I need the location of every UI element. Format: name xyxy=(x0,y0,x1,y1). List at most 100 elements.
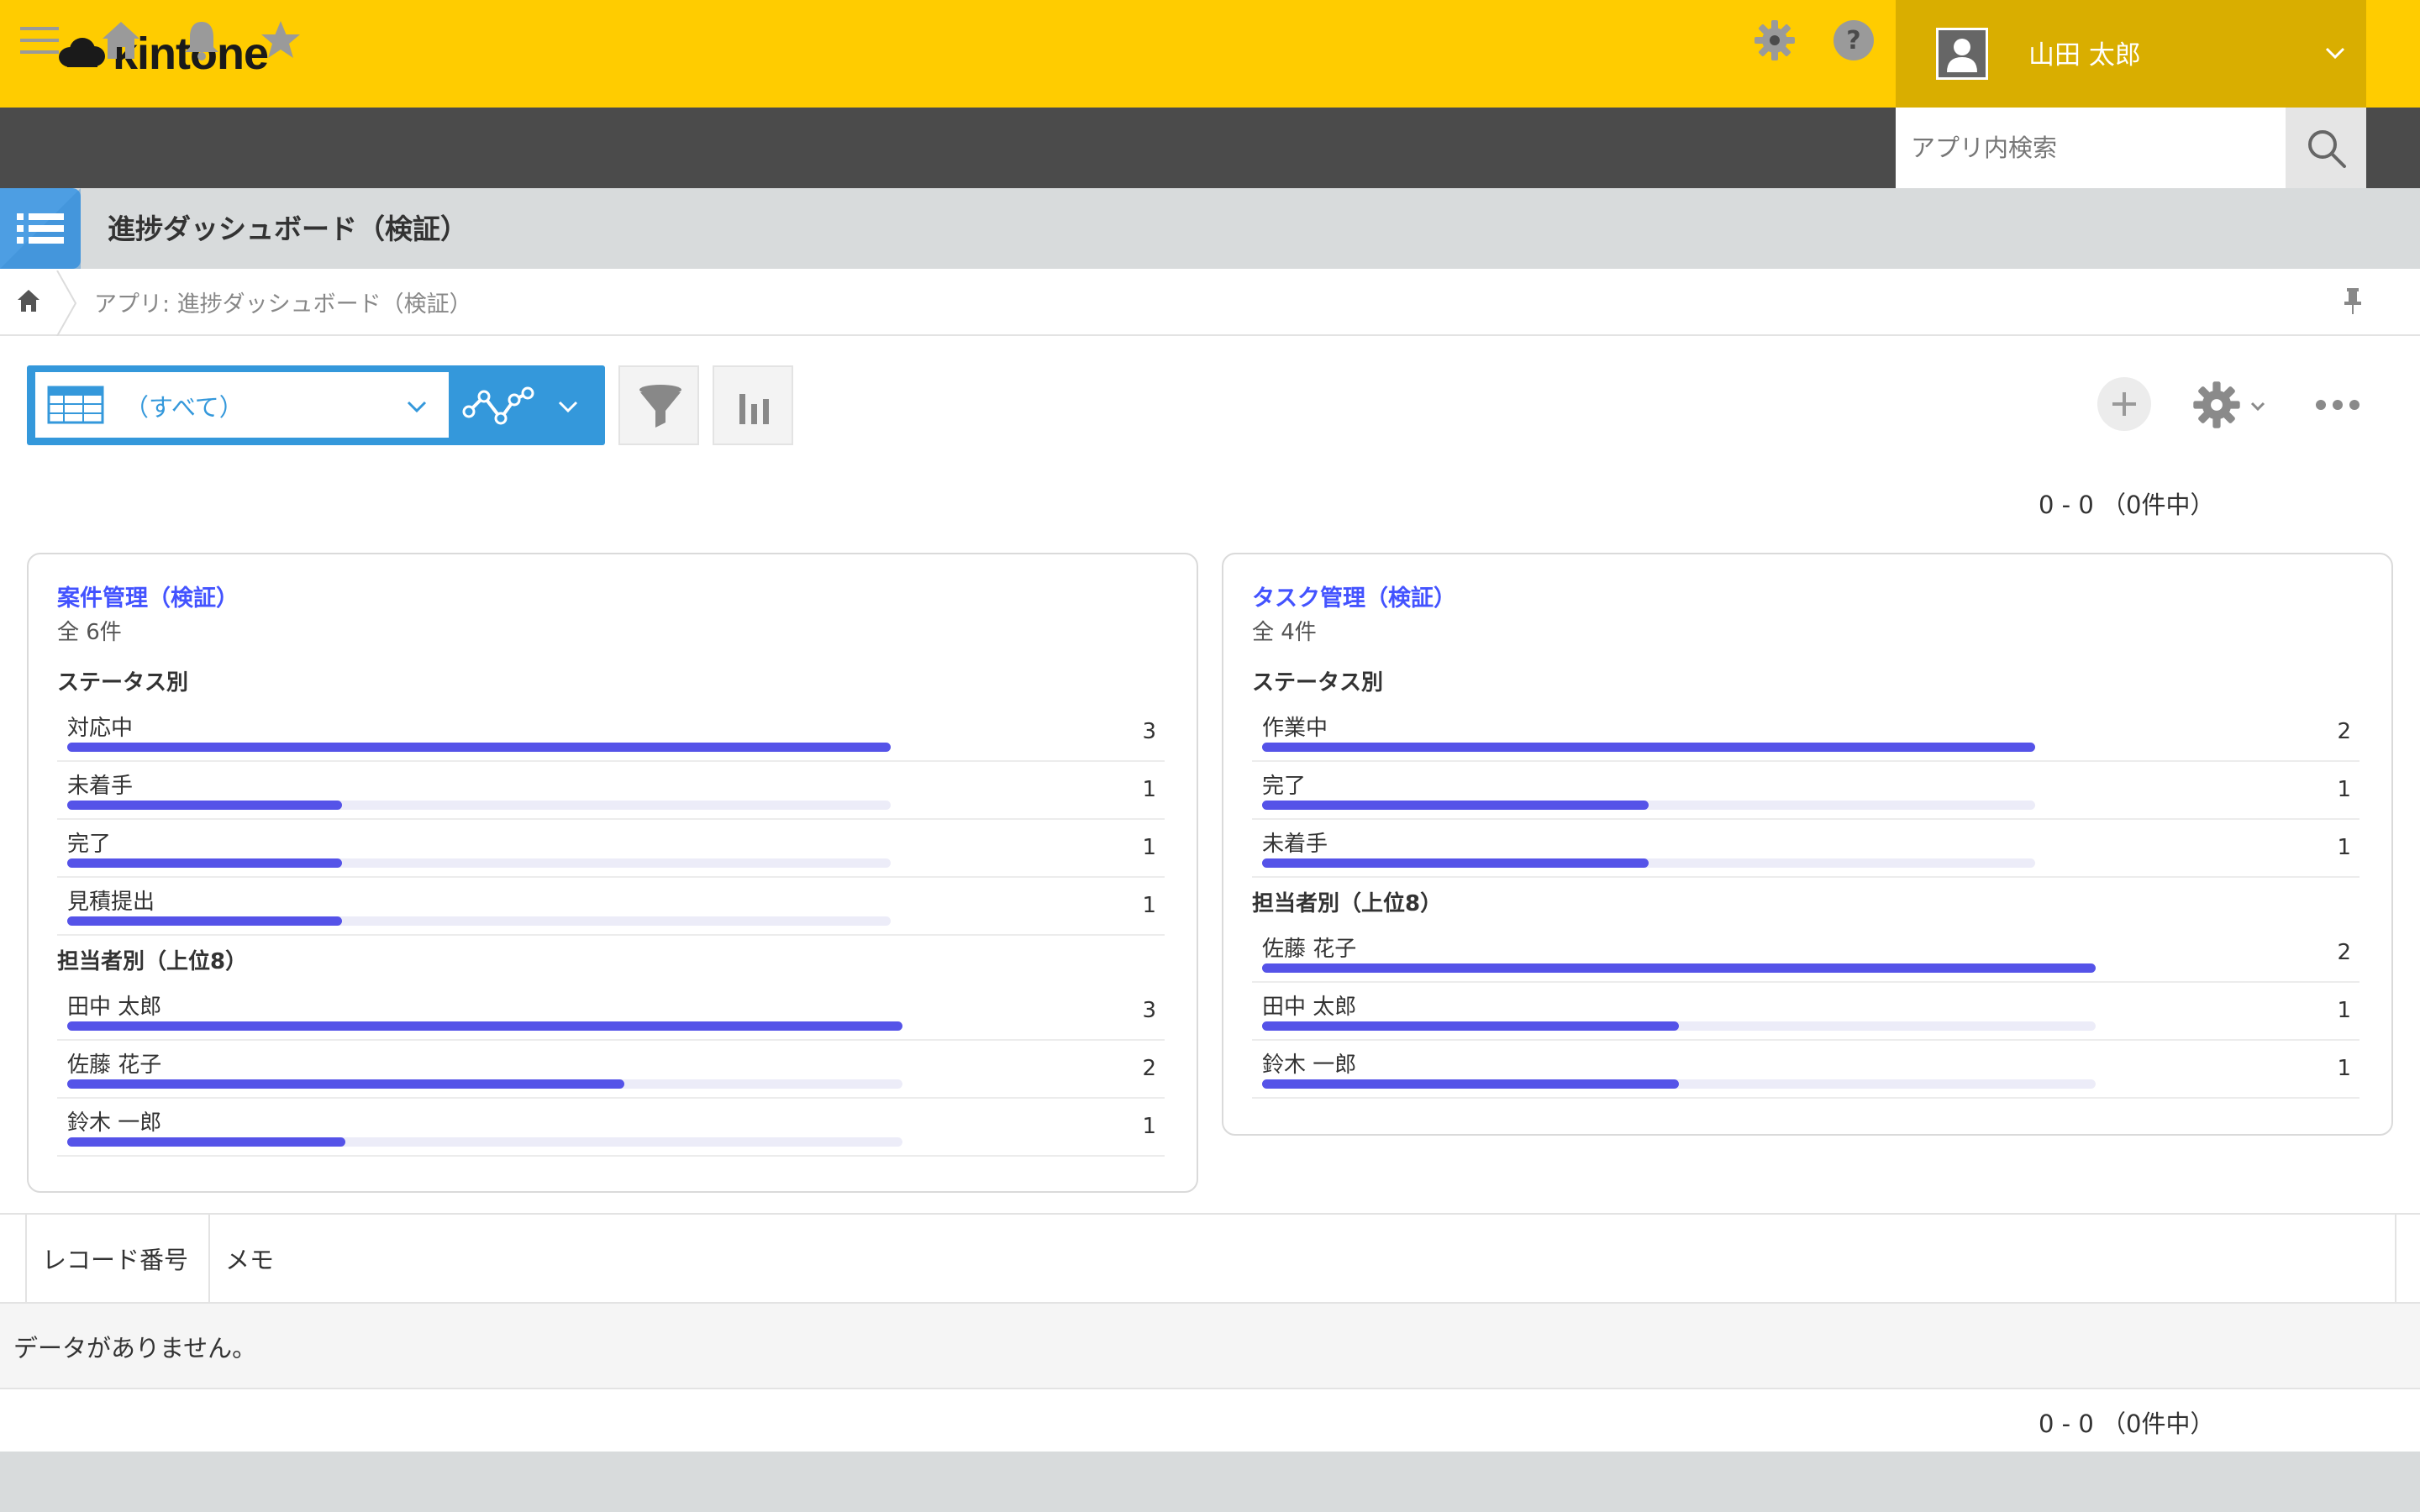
filter-button[interactable] xyxy=(618,365,699,445)
filter-funnel-icon xyxy=(639,385,681,428)
stat-count: 1 xyxy=(2337,835,2351,860)
stat-bar-fill xyxy=(1262,1021,1679,1031)
stat-bar-track xyxy=(1262,743,2035,752)
pin-icon[interactable] xyxy=(2338,286,2368,316)
stat-bar-fill xyxy=(1262,1079,1679,1089)
favorites-star-icon[interactable] xyxy=(259,18,302,62)
stat-label: 対応中 xyxy=(67,716,134,741)
page: kintone 山田 太郎 ? アプリ内検索 進捗ダッシュボード（検証） アプリ… xyxy=(0,0,2420,1512)
add-record-button[interactable] xyxy=(2097,377,2151,431)
view-label: （すべて） xyxy=(124,393,244,422)
stat-bar-track xyxy=(1262,801,2035,810)
stat-row[interactable]: 鈴木 一郎 1 xyxy=(1252,1041,2360,1099)
stat-row[interactable]: 田中 太郎 1 xyxy=(1252,983,2360,1041)
stat-bar-track xyxy=(67,916,891,926)
stat-bar-track xyxy=(67,1079,902,1089)
stat-row[interactable]: 佐藤 花子 2 xyxy=(57,1041,1165,1099)
app-settings-gear-icon[interactable] xyxy=(2191,380,2242,430)
page-title: 進捗ダッシュボード（検証） xyxy=(108,213,468,245)
column-divider xyxy=(2395,1213,2396,1304)
stat-count: 1 xyxy=(1142,777,1156,802)
app-search xyxy=(1896,108,2286,188)
card-total: 全 4件 xyxy=(1252,620,1317,645)
stat-bar-track xyxy=(1262,1079,2096,1089)
user-avatar-icon xyxy=(1936,28,1988,80)
stat-bar-fill xyxy=(67,858,342,868)
column-header-record-number[interactable]: レコード番号 xyxy=(25,1213,208,1304)
user-menu[interactable]: 山田 太郎 xyxy=(1896,0,2366,108)
breadcrumb-separator xyxy=(56,270,77,336)
stat-count: 2 xyxy=(2337,940,2351,965)
stat-row[interactable]: 見積提出 1 xyxy=(57,878,1165,936)
stat-bar-track xyxy=(1262,858,2035,868)
card-title-link[interactable]: 案件管理（検証） xyxy=(57,580,239,612)
home-icon[interactable] xyxy=(99,18,143,62)
stat-label: 作業中 xyxy=(1262,716,1328,741)
chevron-down-icon xyxy=(2325,47,2345,60)
stat-row[interactable]: 完了 1 xyxy=(57,820,1165,878)
stat-bar-fill xyxy=(67,1021,902,1031)
more-options-icon[interactable] xyxy=(2314,393,2361,417)
stat-label: 田中 太郎 xyxy=(67,995,162,1020)
stat-bar-track xyxy=(67,1137,902,1147)
settings-gear-icon[interactable] xyxy=(1753,18,1797,62)
chevron-down-icon xyxy=(407,401,427,413)
stat-label: 鈴木 一郎 xyxy=(67,1110,162,1136)
stat-row[interactable]: 対応中 3 xyxy=(57,704,1165,762)
stat-count: 3 xyxy=(1142,719,1156,744)
stat-label: 佐藤 花子 xyxy=(1262,937,1357,962)
stat-count: 1 xyxy=(1142,835,1156,860)
stat-row[interactable]: 田中 太郎 3 xyxy=(57,983,1165,1041)
kintone-logo[interactable]: kintone xyxy=(57,29,269,79)
empty-row xyxy=(0,1304,2420,1389)
breadcrumb-app-link[interactable]: アプリ: 進捗ダッシュボード（検証） xyxy=(94,286,472,318)
stat-bar-track xyxy=(1262,1021,2096,1031)
stat-label: 佐藤 花子 xyxy=(67,1053,162,1078)
stat-label: 見積提出 xyxy=(67,890,155,915)
stat-bar-fill xyxy=(1262,963,2096,973)
breadcrumb-home-icon[interactable] xyxy=(15,287,42,314)
stat-label: 未着手 xyxy=(67,774,134,799)
stat-bar-track xyxy=(1262,963,2096,973)
footer-area xyxy=(0,1452,2420,1512)
stat-label: 完了 xyxy=(1262,774,1307,799)
notification-bell-icon[interactable] xyxy=(180,18,224,62)
stat-count: 2 xyxy=(1142,1056,1156,1081)
pagination-top: 0 - 0 （0件中） xyxy=(2039,491,2215,519)
stat-label: 鈴木 一郎 xyxy=(1262,1053,1357,1078)
search-button[interactable] xyxy=(2286,108,2366,188)
table-view-icon xyxy=(47,386,104,424)
card-total: 全 6件 xyxy=(57,620,122,645)
help-icon[interactable]: ? xyxy=(1832,18,1876,62)
stat-bar-fill xyxy=(1262,858,1649,868)
stat-row[interactable]: 完了 1 xyxy=(1252,762,2360,820)
stat-row[interactable]: 未着手 1 xyxy=(57,762,1165,820)
stat-label: 未着手 xyxy=(1262,832,1328,857)
section-title: 担当者別（上位8） xyxy=(1252,891,1443,916)
stat-bar-fill xyxy=(1262,801,1649,810)
app-list-icon[interactable] xyxy=(0,188,81,269)
hamburger-menu-icon[interactable] xyxy=(18,18,62,62)
stat-row[interactable]: 鈴木 一郎 1 xyxy=(57,1099,1165,1157)
graph-line-icon[interactable] xyxy=(462,385,534,428)
graph-chevron-down-icon[interactable] xyxy=(556,395,580,418)
stat-count: 2 xyxy=(2337,719,2351,744)
column-header-memo[interactable]: メモ xyxy=(208,1213,2395,1304)
stat-bar-fill xyxy=(67,743,891,752)
stat-bar-fill xyxy=(67,1137,345,1147)
stat-label: 完了 xyxy=(67,832,112,857)
stat-bar-track xyxy=(67,801,891,810)
stat-row[interactable]: 佐藤 花子 2 xyxy=(1252,925,2360,983)
stat-row[interactable]: 未着手 1 xyxy=(1252,820,2360,878)
stat-bar-fill xyxy=(67,801,342,810)
card-title-link[interactable]: タスク管理（検証） xyxy=(1252,580,1456,612)
stat-bar-track xyxy=(67,743,891,752)
graph-button[interactable] xyxy=(713,365,793,445)
user-name: 山田 太郎 xyxy=(2028,40,2141,71)
pagination-bottom: 0 - 0 （0件中） xyxy=(2039,1410,2215,1438)
stat-row[interactable]: 作業中 2 xyxy=(1252,704,2360,762)
search-icon xyxy=(2308,130,2346,168)
stat-count: 3 xyxy=(1142,998,1156,1023)
search-input[interactable] xyxy=(1896,108,2286,188)
settings-chevron-down-icon[interactable] xyxy=(2249,396,2267,415)
